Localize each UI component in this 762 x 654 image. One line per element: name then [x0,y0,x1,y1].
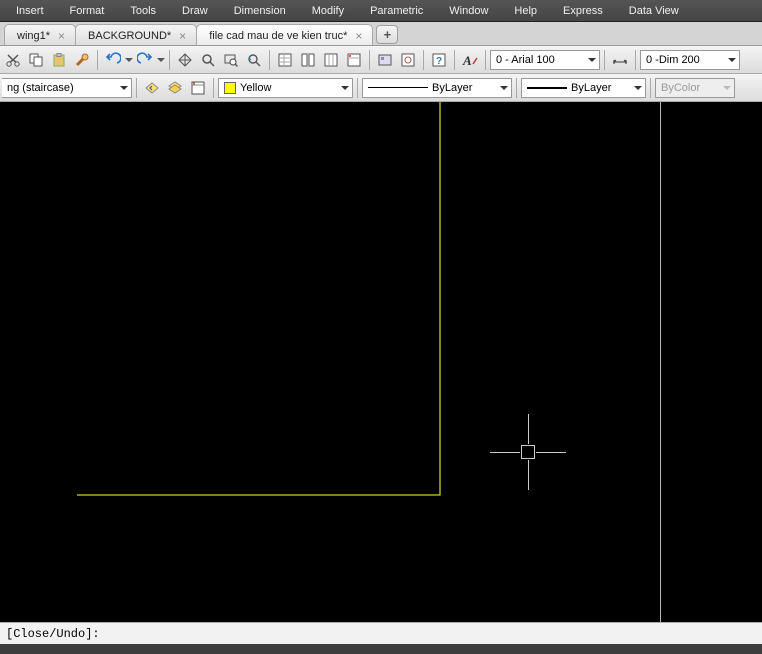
layer-previous-icon[interactable] [141,77,163,99]
color-dropdown[interactable]: Yellow [218,78,353,98]
layer-value: ng (staircase) [7,82,74,94]
color-value: Yellow [240,82,271,94]
command-prompt: [Close/Undo]: [6,627,100,641]
menu-draw[interactable]: Draw [170,2,220,20]
zoom-previous-icon[interactable] [243,49,265,71]
match-properties-icon[interactable] [71,49,93,71]
linetype-preview [368,87,428,88]
lineweight-preview [527,87,567,89]
svg-text:?: ? [436,56,442,67]
lineweight-dropdown[interactable]: ByLayer [521,78,646,98]
separator [169,50,170,70]
menu-format[interactable]: Format [58,2,117,20]
toolbar-layers: ng (staircase) Yellow ByLayer ByLayer By… [0,74,762,102]
separator [369,50,370,70]
separator [454,50,455,70]
layer-dropdown[interactable]: ng (staircase) [2,78,132,98]
menu-tools[interactable]: Tools [118,2,168,20]
dimstyle-value: 0 -Dim 200 [646,54,700,66]
menu-bar: Insert Format Tools Draw Dimension Modif… [0,0,762,22]
color-swatch [224,82,236,94]
linetype-value: ByLayer [432,82,472,94]
plotstyle-dropdown[interactable]: ByColor [655,78,735,98]
drawing-canvas[interactable] [0,102,762,622]
tab-label: BACKGROUND* [88,30,171,42]
separator [97,50,98,70]
menu-dataview[interactable]: Data View [617,2,691,20]
menu-window[interactable]: Window [437,2,500,20]
menu-insert[interactable]: Insert [4,2,56,20]
chevron-down-icon [341,86,349,90]
toolbar-standard: ? A 0 - Arial 100 0 -Dim 200 [0,46,762,74]
new-tab-button[interactable]: + [376,25,398,44]
close-icon[interactable]: × [355,30,362,42]
tool-palettes-icon[interactable] [320,49,342,71]
separator [136,78,137,98]
markup-icon[interactable] [397,49,419,71]
menu-express[interactable]: Express [551,2,615,20]
textstyle-value: 0 - Arial 100 [496,54,555,66]
chevron-down-icon [588,58,596,62]
zoom-window-icon[interactable] [220,49,242,71]
document-tab-bar: wing1* × BACKGROUND* × file cad mau de v… [0,22,762,46]
linetype-dropdown[interactable]: ByLayer [362,78,512,98]
command-line[interactable]: [Close/Undo]: [0,622,762,644]
separator [213,78,214,98]
plotstyle-value: ByColor [661,82,700,94]
tab-label: wing1* [17,30,50,42]
textstyle-icon[interactable]: A [459,49,481,71]
chevron-down-icon [120,86,128,90]
separator [516,78,517,98]
separator [423,50,424,70]
sheet-set-icon[interactable] [297,49,319,71]
menu-dimension[interactable]: Dimension [222,2,298,20]
paste-icon[interactable] [48,49,70,71]
close-icon[interactable]: × [58,30,65,42]
tab-document-2[interactable]: BACKGROUND* × [75,24,197,45]
pan-icon[interactable] [174,49,196,71]
tab-document-3[interactable]: file cad mau de ve kien truc* × [196,24,373,45]
svg-text:A: A [462,53,472,68]
design-center-icon[interactable] [374,49,396,71]
separator [269,50,270,70]
menu-parametric[interactable]: Parametric [358,2,435,20]
close-icon[interactable]: × [179,30,186,42]
lineweight-value: ByLayer [571,82,611,94]
chevron-down-icon [723,86,731,90]
tab-label: file cad mau de ve kien truc* [209,30,347,42]
dimstyle-icon[interactable] [609,49,631,71]
chevron-down-icon [728,58,736,62]
layer-manager-icon[interactable] [343,49,365,71]
separator [635,50,636,70]
menu-modify[interactable]: Modify [300,2,356,20]
properties-icon[interactable] [274,49,296,71]
undo-icon[interactable] [102,49,124,71]
polyline-shape [0,102,762,622]
layer-isolate-icon[interactable] [187,77,209,99]
dimstyle-dropdown[interactable]: 0 -Dim 200 [640,50,740,70]
tab-document-1[interactable]: wing1* × [4,24,76,45]
menu-help[interactable]: Help [502,2,549,20]
copy-icon[interactable] [25,49,47,71]
chevron-down-icon [500,86,508,90]
redo-icon[interactable] [134,49,156,71]
help-icon[interactable]: ? [428,49,450,71]
zoom-realtime-icon[interactable] [197,49,219,71]
chevron-down-icon [634,86,642,90]
textstyle-dropdown[interactable]: 0 - Arial 100 [490,50,600,70]
layer-states-icon[interactable] [164,77,186,99]
separator [485,50,486,70]
separator [650,78,651,98]
separator [357,78,358,98]
cut-icon[interactable] [2,49,24,71]
separator [604,50,605,70]
